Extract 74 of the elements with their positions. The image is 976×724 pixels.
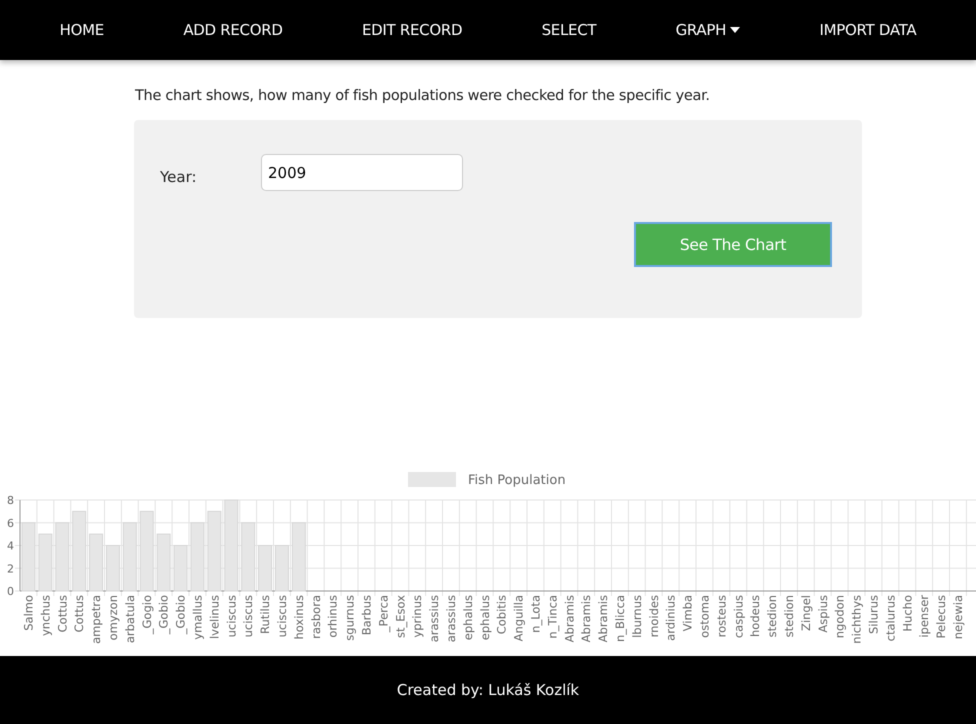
nav-link[interactable]: ADD RECORD bbox=[183, 21, 283, 39]
category-label: Rutilus bbox=[258, 595, 272, 634]
category-label: n_Tinca bbox=[545, 595, 560, 639]
category-label: Abramis bbox=[596, 595, 610, 642]
category-label: Cobitis bbox=[494, 595, 509, 634]
category-label: Zingel bbox=[798, 595, 813, 631]
description-text: The chart shows, how many of fish populations were checked for the specific year. bbox=[135, 88, 711, 104]
legend-swatch bbox=[408, 472, 456, 487]
category-label: ipenser bbox=[917, 595, 932, 638]
category-label: stedion bbox=[765, 595, 780, 638]
legend-label: Fish Population bbox=[468, 473, 566, 488]
category-label: caspius bbox=[731, 595, 746, 638]
category-label: Salmo bbox=[21, 595, 36, 631]
category-label: arbatula bbox=[122, 595, 137, 644]
category-label: ctalurus bbox=[883, 595, 898, 642]
category-label: _Gobio bbox=[156, 595, 171, 634]
category-label: arassius bbox=[427, 595, 442, 642]
category-label: ephalus bbox=[478, 595, 492, 640]
category-label: ngodon bbox=[832, 595, 847, 638]
category-label: sgurnus bbox=[342, 595, 357, 641]
category-label: arassius bbox=[444, 595, 458, 642]
category-label: omyzon bbox=[106, 595, 120, 640]
footer-text: Created by: Lukáš Kozlík bbox=[396, 681, 580, 699]
axis-tick-label: 0 bbox=[7, 585, 14, 598]
category-label: Silurus bbox=[866, 595, 880, 634]
category-label: rasbora bbox=[308, 595, 323, 639]
nav-link[interactable]: HOME bbox=[60, 21, 104, 39]
category-label: rnoides bbox=[646, 595, 661, 638]
caret-icon bbox=[730, 27, 740, 33]
category-label: uciscus bbox=[274, 595, 289, 638]
category-label: Abramis bbox=[562, 595, 576, 642]
category-label: uciscus bbox=[224, 595, 238, 638]
nav-link[interactable]: IMPORT DATA bbox=[819, 21, 916, 39]
category-label: Hucho bbox=[900, 595, 914, 632]
category-label: n_Lota bbox=[528, 595, 542, 633]
axis-tick-label: 6 bbox=[7, 516, 14, 530]
category-label: yprinus bbox=[410, 595, 424, 638]
category-label: Aspius bbox=[816, 595, 830, 633]
axis-tick-label: 2 bbox=[7, 562, 14, 576]
category-label: orhinus bbox=[326, 595, 340, 638]
category-label: Cottus bbox=[55, 595, 70, 632]
category-label: rosteus bbox=[714, 595, 728, 638]
category-label: Abramis bbox=[579, 595, 594, 642]
category-label: n_Blicca bbox=[612, 595, 627, 642]
nav-link[interactable]: SELECT bbox=[542, 21, 596, 39]
category-label: ymallus bbox=[190, 595, 204, 640]
category-label: nejewia bbox=[950, 595, 965, 640]
category-label: lburnus bbox=[630, 595, 644, 638]
category-label: hodeus bbox=[748, 595, 762, 637]
category-label: ephalus bbox=[460, 595, 475, 640]
year-label: Year: bbox=[160, 166, 198, 186]
category-label: st_Esox bbox=[393, 595, 408, 638]
category-label: Barbus bbox=[359, 595, 374, 636]
category-label: Cottus bbox=[72, 595, 86, 632]
category-label: ynchus bbox=[38, 595, 52, 636]
axis-tick-label: 8 bbox=[7, 494, 14, 507]
category-label: ardinius bbox=[664, 595, 678, 641]
category-label: nichthys bbox=[850, 595, 864, 644]
category-label: ampetra bbox=[89, 595, 104, 644]
category-label: _Gogio bbox=[140, 595, 154, 634]
category-label: Pelecus bbox=[934, 595, 948, 638]
category-label: uciscus bbox=[241, 595, 256, 638]
nav-link[interactable]: GRAPH bbox=[676, 21, 740, 39]
category-label: Anguilla bbox=[512, 595, 526, 642]
nav-link[interactable]: EDIT RECORD bbox=[362, 21, 462, 39]
category-label: hoxinus bbox=[292, 595, 306, 640]
category-label: stedion bbox=[782, 595, 796, 638]
category-label: _Perca bbox=[376, 595, 390, 632]
category-label: _Gobio bbox=[174, 595, 188, 634]
category-label: ostoma bbox=[697, 595, 712, 638]
axis-tick-label: 4 bbox=[7, 540, 14, 552]
year-input[interactable]: 2009 bbox=[261, 154, 463, 191]
category-label: lvelinus bbox=[207, 595, 222, 640]
category-label: Vimba bbox=[680, 595, 695, 632]
